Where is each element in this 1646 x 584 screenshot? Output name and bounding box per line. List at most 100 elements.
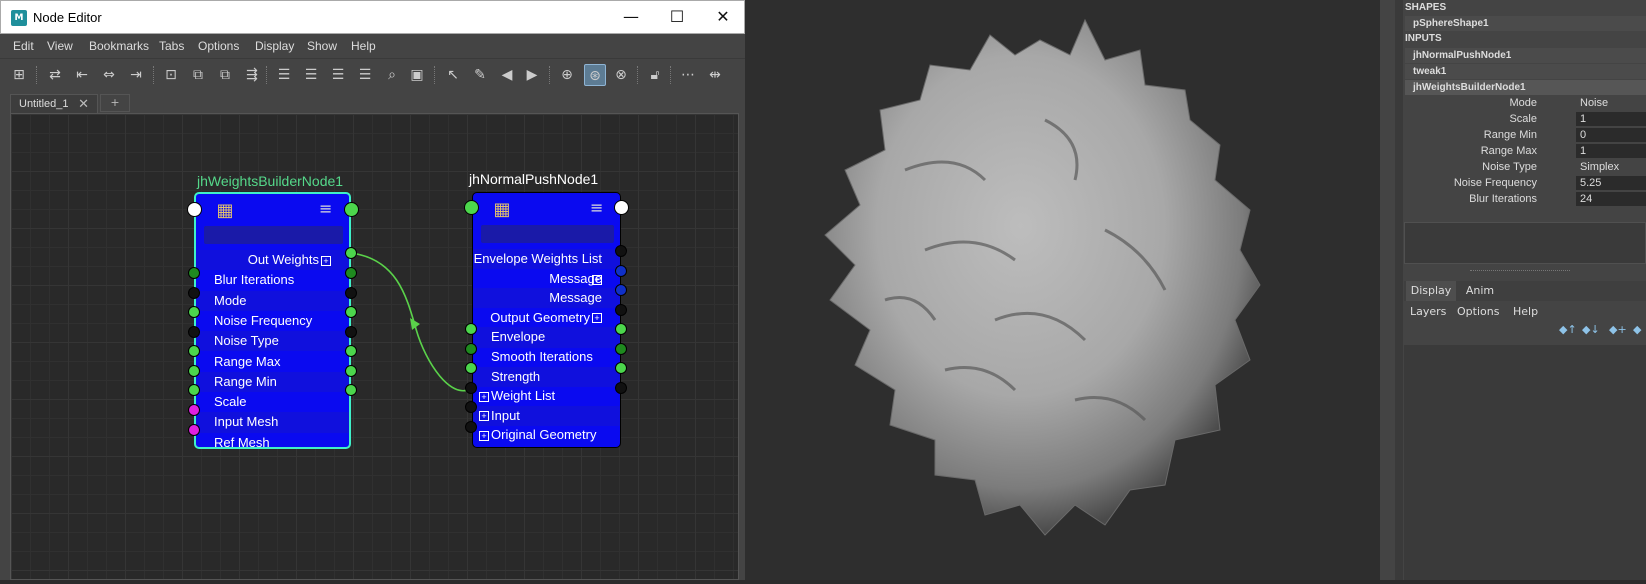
attr-row[interactable]: Range Max <box>196 352 349 372</box>
port[interactable] <box>188 384 200 396</box>
attr-value[interactable]: Noise <box>1576 96 1646 110</box>
menu-options[interactable]: Options <box>1457 305 1499 318</box>
frame-all-icon[interactable]: ⊡ <box>160 64 182 86</box>
shape-item[interactable]: pSphereShape1 <box>1405 16 1646 31</box>
menu-options[interactable]: Options <box>198 39 239 53</box>
panel-splitter[interactable] <box>1395 0 1403 580</box>
menu-help[interactable]: Help <box>1513 305 1538 318</box>
grid-icon[interactable]: ⋯ <box>677 64 699 86</box>
input-item[interactable]: tweak1 <box>1405 64 1646 79</box>
node-output-port[interactable] <box>344 202 359 217</box>
port[interactable] <box>345 267 357 279</box>
add-node-icon[interactable]: ⊞ <box>8 64 30 86</box>
port[interactable] <box>188 306 200 318</box>
port[interactable] <box>345 306 357 318</box>
menu-layers[interactable]: Layers <box>1410 305 1446 318</box>
swap-icon[interactable]: ⇄ <box>44 64 66 86</box>
port[interactable] <box>345 326 357 338</box>
maximize-button[interactable]: ☐ <box>654 1 700 34</box>
weight-list-port[interactable] <box>465 382 477 394</box>
node-menu-icon[interactable]: ≡ <box>319 201 335 217</box>
node-name-field[interactable] <box>204 226 343 244</box>
menu-help[interactable]: Help <box>351 39 376 53</box>
node-menu-icon[interactable]: ≡ <box>590 200 606 216</box>
attr-row[interactable]: Noise Frequency <box>196 311 349 331</box>
output-connections-icon[interactable]: ⇥ <box>125 64 147 86</box>
input-connections-icon[interactable]: ⇤ <box>71 64 93 86</box>
port[interactable] <box>615 245 627 257</box>
output-row[interactable]: Output Geometry + <box>473 308 620 328</box>
port[interactable] <box>615 343 627 355</box>
node-input-port[interactable] <box>187 202 202 217</box>
output-row[interactable]: Out Weights + <box>196 250 349 271</box>
port[interactable] <box>615 362 627 374</box>
port[interactable] <box>465 343 477 355</box>
port[interactable] <box>615 265 627 277</box>
menu-edit[interactable]: Edit <box>13 39 34 53</box>
output-row[interactable]: Message <box>473 269 620 289</box>
expand-icon[interactable]: + <box>592 313 602 324</box>
node-header[interactable]: ▦ ≡ <box>473 193 620 249</box>
menu-show[interactable]: Show <box>307 39 337 53</box>
port[interactable] <box>345 365 357 377</box>
attr-row[interactable]: Input Mesh <box>196 412 349 433</box>
input-item[interactable]: jhNormalPushNode1 <box>1405 48 1646 63</box>
connected-mode-icon[interactable]: ☰ <box>300 64 322 86</box>
attr-row[interactable]: Mode <box>196 290 349 311</box>
port[interactable] <box>345 287 357 299</box>
node-name-field[interactable] <box>481 225 614 243</box>
menu-bookmarks[interactable]: Bookmarks <box>89 39 149 53</box>
new-layer-icon[interactable]: ◆+ <box>1609 323 1627 336</box>
port[interactable] <box>465 323 477 335</box>
port[interactable] <box>188 424 200 436</box>
attr-row[interactable]: Range Min <box>196 371 349 393</box>
node-header[interactable]: ▦ ≡ <box>196 194 349 250</box>
move-layer-up-icon[interactable]: ◆↑ <box>1559 323 1577 336</box>
close-button[interactable]: ✕ <box>700 1 746 34</box>
snap-icon[interactable]: ⇹ <box>704 64 726 86</box>
input-item-selected[interactable]: jhWeightsBuilderNode1 <box>1405 80 1646 95</box>
attr-value[interactable]: 24 <box>1576 192 1646 206</box>
port[interactable] <box>465 362 477 374</box>
new-layer-selected-icon[interactable]: ◆ <box>1633 323 1641 336</box>
port[interactable] <box>188 404 200 416</box>
tab-untitled-1[interactable]: Untitled_1 ✕ <box>10 94 98 114</box>
menu-tabs[interactable]: Tabs <box>159 39 184 53</box>
custom-mode-icon[interactable]: ☰ <box>354 64 376 86</box>
layout-icon[interactable]: ⧉ <box>187 64 209 86</box>
port[interactable] <box>188 365 200 377</box>
graph-add-icon[interactable]: ⊕ <box>556 64 578 86</box>
node-input-port[interactable] <box>464 200 479 215</box>
forward-icon[interactable]: ▶ <box>521 64 543 86</box>
port[interactable] <box>615 304 627 316</box>
tab-anim[interactable]: Anim <box>1458 281 1502 301</box>
menu-view[interactable]: View <box>47 39 73 53</box>
attr-row[interactable]: + Input <box>473 405 620 427</box>
attr-value[interactable]: 1 <box>1576 144 1646 158</box>
attr-row[interactable]: Smooth Iterations <box>473 347 620 367</box>
attr-row[interactable]: Ref Mesh <box>196 433 349 453</box>
attr-value[interactable]: 5.25 <box>1576 176 1646 190</box>
full-mode-icon[interactable]: ☰ <box>327 64 349 86</box>
back-icon[interactable]: ◀ <box>496 64 518 86</box>
attr-row[interactable]: Noise Type <box>196 331 349 352</box>
port[interactable] <box>345 345 357 357</box>
attr-row[interactable]: + Original Geometry <box>473 425 620 445</box>
port[interactable] <box>615 284 627 296</box>
notes-area[interactable] <box>1404 222 1646 264</box>
graph-selected-icon[interactable]: ⊛ <box>584 64 606 86</box>
title-bar[interactable]: M Node Editor — ☐ ✕ <box>0 0 745 34</box>
port[interactable] <box>188 326 200 338</box>
port[interactable] <box>615 382 627 394</box>
graph-canvas[interactable]: jhWeightsBuilderNode1 ▦ ≡ Out Weights + B… <box>10 113 739 580</box>
builder-node[interactable]: ▦ ≡ Out Weights + Blur Iterations Mode No… <box>194 192 351 450</box>
minimize-button[interactable]: — <box>608 1 654 34</box>
menu-display[interactable]: Display <box>255 39 294 53</box>
graph-remove-icon[interactable]: ⊗ <box>610 64 632 86</box>
attr-value[interactable]: Simplex <box>1576 160 1646 174</box>
select-upstream-icon[interactable]: ↖ <box>442 64 464 86</box>
pin-icon[interactable]: ⇶ <box>241 64 263 86</box>
expand-icon[interactable]: + <box>479 391 489 402</box>
port[interactable] <box>465 401 477 413</box>
layout-alt-icon[interactable]: ⧉ <box>214 64 236 86</box>
